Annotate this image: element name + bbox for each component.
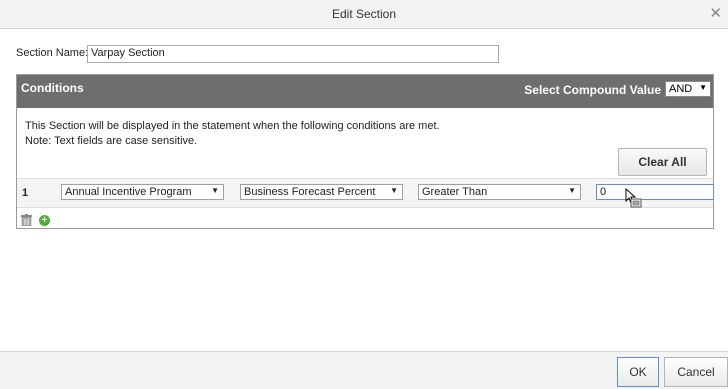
conditions-header: Conditions Select Compound Value AND ▼ — [17, 75, 713, 108]
dialog-titlebar: Edit Section ✕ — [0, 0, 728, 29]
program-select-value: Annual Incentive Program — [65, 186, 192, 198]
section-name-label: Section Name: — [16, 47, 89, 59]
chevron-down-icon: ▼ — [568, 186, 576, 195]
clear-all-button[interactable]: Clear All — [618, 148, 707, 176]
program-select[interactable]: Annual Incentive Program ▼ — [61, 184, 224, 200]
chevron-down-icon: ▼ — [211, 186, 219, 195]
operator-select-value: Greater Than — [422, 186, 488, 198]
operator-select[interactable]: Greater Than ▼ — [418, 184, 581, 200]
add-condition-icon[interactable]: + — [39, 215, 50, 226]
trash-icon[interactable] — [21, 214, 32, 226]
dialog-title: Edit Section — [331, 7, 397, 21]
cancel-button[interactable]: Cancel — [664, 357, 728, 387]
condition-value-text: 0 — [600, 186, 607, 198]
section-name-input[interactable]: Varpay Section — [87, 45, 499, 63]
conditions-title: Conditions — [21, 81, 84, 95]
chevron-down-icon: ▼ — [699, 83, 707, 92]
chevron-down-icon: ▼ — [390, 186, 398, 195]
case-sensitive-note: Note: Text fields are case sensitive. — [25, 135, 198, 147]
compound-value-select[interactable]: AND ▼ — [665, 81, 711, 97]
field-select[interactable]: Business Forecast Percent ▼ — [240, 184, 403, 200]
ok-button[interactable]: OK — [617, 357, 659, 387]
compound-value-label: Select Compound Value — [524, 83, 661, 97]
edit-section-dialog: Edit Section ✕ Section Name: Varpay Sect… — [0, 0, 728, 389]
dialog-footer: OK Cancel — [0, 351, 728, 389]
mouse-cursor-icon — [625, 188, 642, 208]
close-icon[interactable]: ✕ — [709, 4, 722, 22]
condition-value-input[interactable]: 0 — [596, 184, 714, 200]
condition-row-number: 1 — [22, 187, 29, 199]
conditions-info-text: This Section will be displayed in the st… — [25, 120, 440, 132]
compound-value-selected: AND — [669, 83, 693, 95]
field-select-value: Business Forecast Percent — [244, 186, 376, 198]
conditions-panel: Conditions Select Compound Value AND ▼ T… — [16, 74, 714, 229]
condition-row: 1 Annual Incentive Program ▼ Business Fo… — [17, 178, 714, 208]
